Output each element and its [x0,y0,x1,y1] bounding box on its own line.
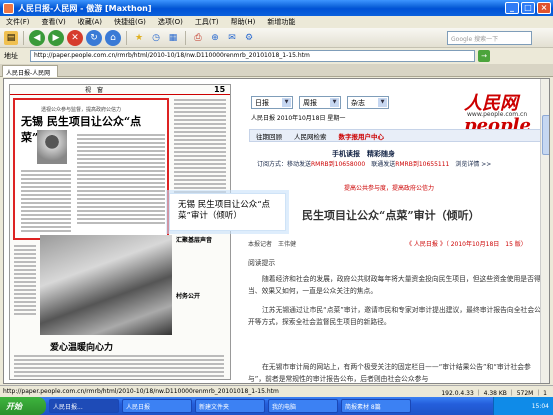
mobile-subscribe-line: 订阅方式：移动发送RMRB到10658000 联通发送RMRB到10655111… [257,161,492,168]
menu-new-features[interactable]: 新增功能 [267,17,295,27]
article-paragraph: 随着经济和社会的发展，政府公共财政每年将大量资金投向民生项目，但这些资金使用是否… [248,275,541,295]
menu-options[interactable]: 选项(O) [158,17,183,27]
chevron-down-icon: ▼ [378,98,387,107]
maximize-button[interactable]: □ [521,2,535,14]
author-portrait-image [37,130,67,164]
status-info: 192.0.4.33 ｜ 4.38 KB ｜ 572M ｜ 1 [441,390,547,397]
site-nav-bar: 往期回顾 人民网检索 数字报用户中心 [249,129,546,142]
article-text-lines [21,170,71,234]
section-note: 提高公共参与度，提高政府公信力 [344,185,435,192]
daily-select[interactable]: 日报 ▼ [251,96,293,109]
paper-side-headline: 村务公开 [176,293,201,300]
taskbar-item[interactable]: 人民日报... [49,399,119,413]
mail-icon[interactable]: ✉ [225,31,239,45]
article-paragraph: 在无锡市审计局的网站上，有两个极受关注的固定栏目——“审计结果公告”和“审计社会… [248,363,531,383]
toolbar-separator [185,30,186,45]
menu-help[interactable]: 帮助(H) [231,17,256,27]
mobile-reading-title: 手机读报 精彩随身 [332,150,395,158]
menu-file[interactable]: 文件(F) [6,17,30,27]
status-bar: http://paper.people.com.cn/rmrb/html/201… [0,385,553,397]
column-text-lines [14,355,224,379]
tab-bar: 人民日报-人民网 [0,64,553,77]
system-tray: 15:04 [493,397,553,415]
history-icon[interactable]: ◷ [149,31,163,45]
taskbar-item[interactable]: 简报素材 8篇 [341,399,411,413]
toolbar-separator [126,30,127,45]
star-icon[interactable]: ★ [132,31,146,45]
maxthon-app-icon [3,2,14,14]
refresh-icon[interactable]: ↻ [86,29,102,46]
article-panel: 日报 ▼ 周报 ▼ 杂志 ▼ 人民网people www.people.com.cn … [234,79,549,383]
taskbar-item[interactable]: 新建文件夹 [195,399,265,413]
print-icon[interactable]: ⎙ [191,31,205,45]
paper-section-header: 视 窗 [10,85,230,95]
column-text-lines [14,245,36,317]
address-label: 地址 [4,52,18,60]
window-title: 人民日报-人民网 - 傲游 [Maxthon] [18,3,152,13]
vertical-scrollbar[interactable] [540,79,549,383]
article-paragraph: 阅读提示 [248,259,276,267]
minimize-button[interactable]: _ [505,2,519,14]
paper-bottom-headline: 爱心温暖向心力 [50,343,114,353]
logo-url: www.people.com.cn [467,111,528,118]
article-text-lines [77,134,165,226]
forward-arrow-icon[interactable]: ▶ [48,29,64,46]
news-photo-image [40,235,172,335]
chevron-down-icon: ▼ [282,98,291,107]
window-titlebar[interactable]: 人民日报-人民网 - 傲游 [Maxthon] _ □ × [0,0,553,16]
nav-user-center-link[interactable]: 数字报用户中心 [339,131,385,141]
zoom-icon[interactable]: ⊕ [208,31,222,45]
settings-icon[interactable]: ⚙ [242,31,256,45]
paper-page-number: 15 [214,85,226,94]
toolbar-separator [23,30,24,45]
start-button[interactable]: 开始 [0,397,46,415]
taskbar-item[interactable]: 我的电脑 [268,399,338,413]
newspaper-page-image[interactable]: 视 窗 15 透视公众参与监督，提高政府公信力 无锡 民生项目让公众“点菜”审计 [9,84,231,380]
stop-icon[interactable]: ✕ [67,29,83,46]
selected-article-region[interactable]: 透视公众参与监督，提高政府公信力 无锡 民生项目让公众“点菜”审计 [13,98,169,240]
article-source[interactable]: 《 人民日报 》（ 2010年10月18日 15 版） [406,239,527,248]
chevron-down-icon: ▼ [330,98,339,107]
clock[interactable]: 15:04 [532,403,549,410]
go-button[interactable]: → [478,50,490,62]
page-content: 视 窗 15 透视公众参与监督，提高政府公信力 无锡 民生项目让公众“点菜”审计 [3,78,550,384]
scrollbar-thumb[interactable] [542,115,549,155]
search-input[interactable]: Google 搜索一下 [447,31,532,45]
status-url: http://paper.people.com.cn/rmrb/html/201… [3,388,279,395]
menu-favorites[interactable]: 收藏(A) [78,17,102,27]
menu-tools[interactable]: 工具(T) [195,17,219,27]
menu-groups[interactable]: 快捷组(G) [114,17,146,27]
taskbar-item[interactable]: 人民日报 [122,399,192,413]
back-arrow-icon[interactable]: ◀ [29,29,45,46]
details-link[interactable]: 浏览详情 >> [449,161,491,168]
address-bar: 地址 http://paper.people.com.cn/rmrb/html/… [0,49,553,63]
menu-view[interactable]: 查看(V) [42,17,66,27]
open-icon[interactable]: ▤ [4,30,18,45]
paper-side-headline: 汇聚基层声音 [176,237,213,244]
windows-taskbar: 开始 人民日报... 人民日报 新建文件夹 我的电脑 简报素材 8篇 15:04 [0,397,553,415]
article-author: 本报记者 王伟健 [248,241,297,248]
menu-bar: 文件(F) 查看(V) 收藏(A) 快捷组(G) 选项(O) 工具(T) 帮助(… [0,16,553,28]
paper-sub-headline: 透视公众参与监督，提高政府公信力 [41,107,122,113]
main-toolbar: ▤ ◀ ▶ ✕ ↻ ⌂ ★ ◷ ▦ ⎙ ⊕ ✉ ⚙ Google 搜索一下 [0,28,553,48]
tab-people-daily[interactable]: 人民日报-人民网 [2,65,58,77]
nav-search-link[interactable]: 人民网检索 [294,131,327,141]
close-button[interactable]: × [537,2,551,14]
weekly-select[interactable]: 周报 ▼ [299,96,341,109]
article-paragraph: 江苏无锡通过让市民“点菜”审计，邀请市民和专家对审计提出建议，最终审计报告向全社… [248,306,541,326]
home-icon[interactable]: ⌂ [105,29,121,46]
issue-date: 人民日报 2010年10月18日 星期一 [251,115,346,122]
magazine-select[interactable]: 杂志 ▼ [347,96,389,109]
article-title: 民生项目让公众“点菜”审计（倾听） [302,209,480,222]
address-input[interactable]: http://paper.people.com.cn/rmrb/html/201… [30,50,475,62]
nav-archive-link[interactable]: 往期回顾 [256,131,282,141]
groups-icon[interactable]: ▦ [166,31,180,45]
